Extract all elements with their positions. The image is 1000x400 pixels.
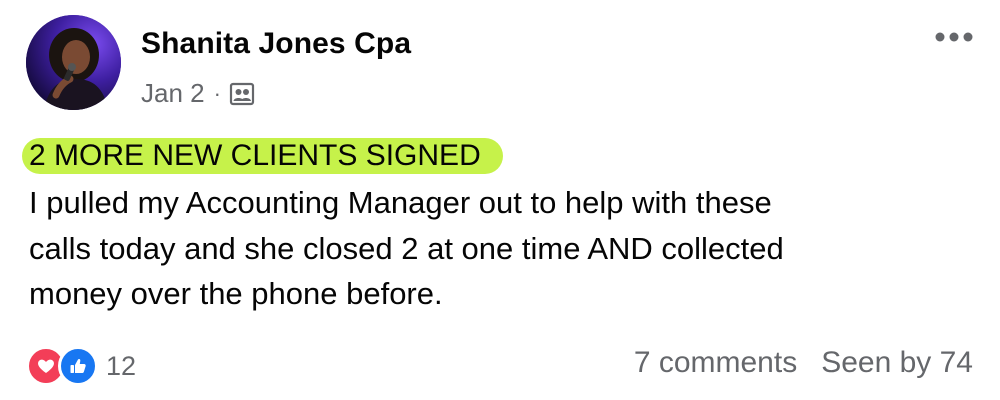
group-audience-icon[interactable] xyxy=(229,81,255,107)
reaction-icons xyxy=(26,346,98,386)
avatar-photo xyxy=(26,15,121,110)
post-line: money over the phone before. xyxy=(29,276,443,311)
author-name[interactable]: Shanita Jones Cpa xyxy=(141,27,411,61)
more-options-button[interactable] xyxy=(934,22,974,52)
reactions-summary[interactable]: 12 xyxy=(26,346,136,386)
post-meta: Jan 2 · xyxy=(141,78,255,109)
highlighted-text: 2 MORE NEW CLIENTS SIGNED xyxy=(22,138,503,174)
meta-separator: · xyxy=(213,80,221,106)
post-headline: 2 MORE NEW CLIENTS SIGNED xyxy=(22,138,503,174)
post-line: I pulled my Accounting Manager out to he… xyxy=(29,185,772,220)
comments-link[interactable]: 7 comments xyxy=(634,346,797,380)
facebook-post: Shanita Jones Cpa Jan 2 · 2 MORE NEW CLI… xyxy=(0,0,1000,400)
post-date[interactable]: Jan 2 xyxy=(141,78,205,109)
more-horizontal-icon xyxy=(935,32,973,42)
seen-by-link[interactable]: Seen by 74 xyxy=(821,346,973,380)
reaction-count: 12 xyxy=(106,350,137,381)
post-line: calls today and she closed 2 at one time… xyxy=(29,230,784,266)
post-stats: 7 comments Seen by 74 xyxy=(634,346,973,380)
like-icon xyxy=(58,346,98,386)
author-avatar[interactable] xyxy=(26,15,121,110)
post-body: I pulled my Accounting Manager out to he… xyxy=(29,180,969,317)
